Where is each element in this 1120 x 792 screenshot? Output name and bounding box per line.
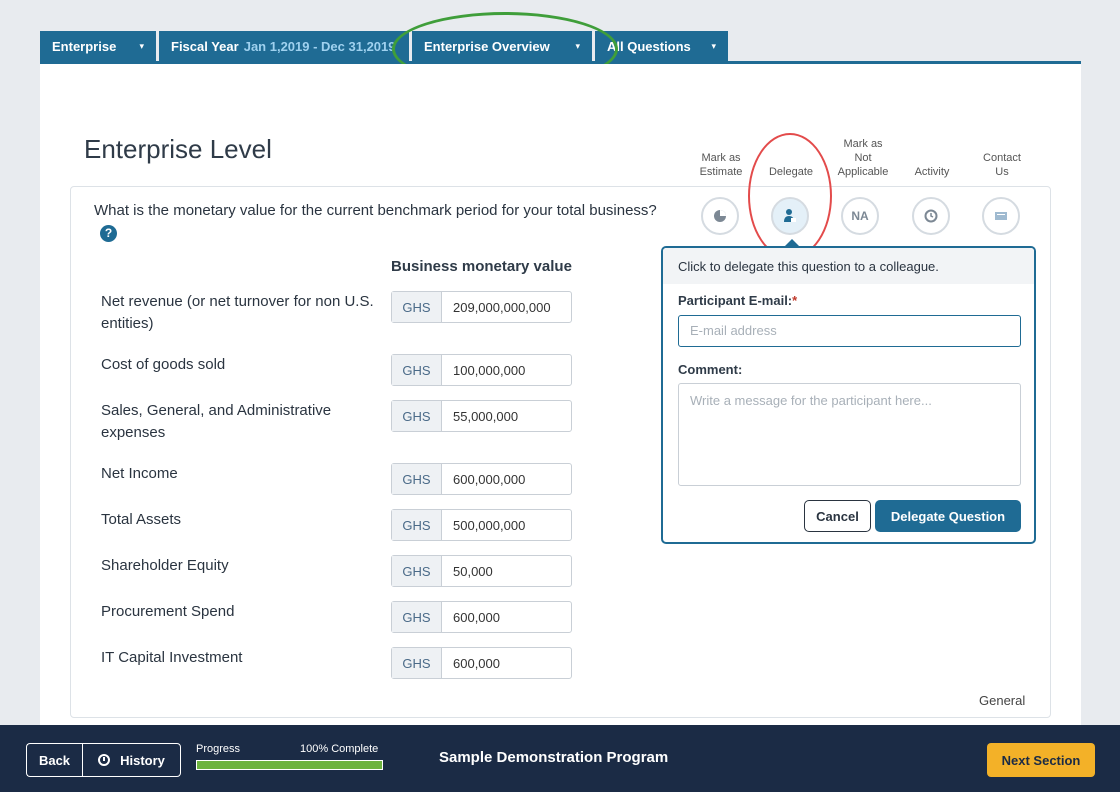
value-field[interactable]: 600,000,000 [442,464,571,494]
chevron-down-icon: ▾ [139,41,144,51]
currency-label: GHS [392,464,442,494]
value-field[interactable]: 600,000 [442,648,571,678]
row-label-it-capital: IT Capital Investment [101,649,243,666]
row-label-cogs: Cost of goods sold [101,356,226,373]
action-label-line: Mark as [701,152,741,164]
message-icon [995,212,1007,220]
tab-enterprise[interactable]: Enterprise ▾ [40,31,156,62]
person-delegate-icon [784,209,796,222]
row-label-procurement-spend: Procurement Spend [101,603,235,620]
row-label-net-income: Net Income [101,465,178,482]
action-label-activity: Activity [914,166,950,178]
section-tab-bar: Enterprise ▾ Fiscal Year Jan 1,2019 - De… [40,31,731,63]
mark-not-applicable-button[interactable]: NA [841,197,879,235]
tab-fiscal-year-label: Fiscal Year [171,39,239,54]
section-footer-label: General [979,693,1026,708]
delegate-button[interactable] [771,197,809,235]
question-text: What is the monetary value for the curre… [94,200,664,244]
money-input-shareholder-equity[interactable]: GHS 50,000 [391,555,572,587]
tab-fiscal-year[interactable]: Fiscal Year Jan 1,2019 - Dec 31,2019 [159,31,409,62]
fiscal-year-dates: Jan 1,2019 - Dec 31,2019 [243,39,396,54]
clock-icon [924,209,938,223]
currency-label: GHS [392,292,442,322]
popover-header: Click to delegate this question to a col… [663,248,1034,284]
email-label: Participant E-mail:* [678,293,797,308]
program-name: Sample Demonstration Program [439,749,669,766]
action-label-estimate: Mark as Estimate [691,151,751,179]
value-field[interactable]: 100,000,000 [442,355,571,385]
action-label-not-applicable: Mark as Not Applicable [832,137,894,179]
progress-bar [196,760,383,770]
action-label-line: Not [854,152,872,164]
value-field[interactable]: 50,000 [442,556,571,586]
tab-overview-label: Enterprise Overview [424,39,550,54]
history-button[interactable]: History [82,743,181,777]
chevron-down-icon: ▾ [575,41,580,51]
cancel-button[interactable]: Cancel [804,500,871,532]
currency-label: GHS [392,556,442,586]
value-field[interactable]: 500,000,000 [442,510,571,540]
tab-all-questions[interactable]: All Questions ▾ [595,31,728,62]
row-label-net-revenue: Net revenue (or net turnover for non U.S… [101,293,374,332]
tab-all-questions-label: All Questions [607,39,691,54]
comment-label: Comment: [678,362,743,377]
contact-us-button[interactable] [982,197,1020,235]
activity-button[interactable] [912,197,950,235]
money-input-cogs[interactable]: GHS 100,000,000 [391,354,572,386]
currency-label: GHS [392,401,442,431]
money-input-total-assets[interactable]: GHS 500,000,000 [391,509,572,541]
row-label-total-assets: Total Assets [101,511,182,528]
pie-chart-icon [714,210,726,222]
delegate-question-button[interactable]: Delegate Question [875,500,1021,532]
tab-enterprise-label: Enterprise [52,39,117,54]
money-input-net-revenue[interactable]: GHS 209,000,000,000 [391,291,572,323]
currency-label: GHS [392,355,442,385]
back-button[interactable]: Back [26,743,82,777]
progress-label: Progress [196,743,241,755]
action-label-line: Applicable [837,166,889,178]
bottom-bar: Back History Progress 100% Complete Samp… [0,725,1120,792]
currency-label: GHS [392,648,442,678]
action-label-line: Us [995,166,1009,178]
action-label-line: Contact [983,152,1021,164]
money-input-procurement-spend[interactable]: GHS 600,000 [391,601,572,633]
value-field[interactable]: 209,000,000,000 [442,292,571,322]
help-icon[interactable]: ? [100,224,117,242]
page-title: Enterprise Level [84,134,272,164]
progress-fill [197,761,382,769]
email-label-text: Participant E-mail: [678,293,793,308]
mark-estimate-button[interactable] [701,197,739,235]
money-input-net-income[interactable]: GHS 600,000,000 [391,463,572,495]
action-label-delegate: Delegate [768,166,814,178]
action-label-line: Estimate [699,166,743,178]
value-field[interactable]: 55,000,000 [442,401,571,431]
row-label-sga: Sales, General, and Administrative expen… [101,402,332,441]
tab-enterprise-overview[interactable]: Enterprise Overview ▾ [412,31,592,62]
comment-textarea[interactable]: Write a message for the participant here… [678,383,1021,486]
money-input-it-capital[interactable]: GHS 600,000 [391,647,572,679]
currency-label: GHS [392,510,442,540]
next-section-button[interactable]: Next Section [987,743,1095,777]
question-label: What is the monetary value for the curre… [94,202,657,219]
currency-label: GHS [392,602,442,632]
delegate-popover: Click to delegate this question to a col… [661,239,1036,544]
popover-arrow [784,239,800,247]
clock-icon [98,754,111,766]
column-header: Business monetary value [391,258,572,275]
money-input-sga[interactable]: GHS 55,000,000 [391,400,572,432]
required-mark: * [792,293,798,308]
chevron-down-icon: ▾ [711,41,716,51]
action-label-contact: Contact Us [972,151,1032,179]
email-field[interactable]: E-mail address [678,315,1021,347]
action-label-line: Mark as [843,138,883,150]
progress-percent: 100% Complete [300,743,379,755]
value-field[interactable]: 600,000 [442,602,571,632]
row-label-shareholder-equity: Shareholder Equity [101,557,229,574]
history-label: History [120,752,165,768]
